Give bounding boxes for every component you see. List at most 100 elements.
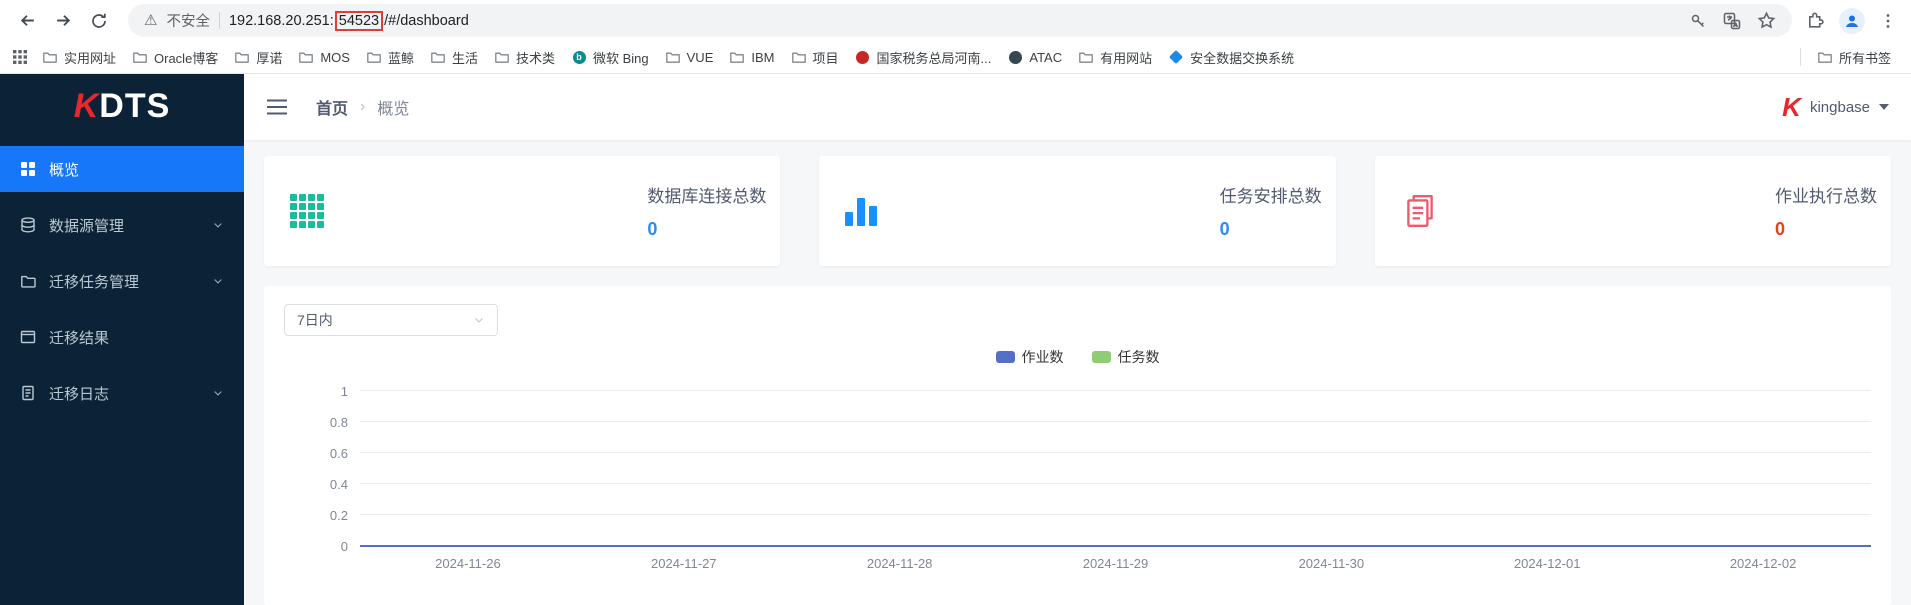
bookmark-item[interactable]: 蓝鲸 — [358, 44, 422, 71]
y-axis-label: 1 — [340, 384, 348, 399]
bookmark-item[interactable]: 国家税务总局河南... — [847, 44, 1000, 71]
refresh-button[interactable] — [82, 4, 116, 38]
folder-favicon — [494, 49, 510, 65]
bookmark-item[interactable]: VUE — [657, 45, 722, 69]
port-highlight-box: 54523 — [334, 10, 384, 31]
stat-card: 作业执行总数 0 — [1374, 156, 1891, 266]
bookmarks-list: 实用网址 Oracle博客 厚诺 MOS 蓝鲸 生活 技术类 b 微软 Bing VUE IBM 项目… — [34, 44, 1302, 71]
card-title: 任务安排总数 — [1219, 187, 1322, 206]
sidebar-item-label: 迁移任务管理 — [49, 273, 140, 291]
extensions-puzzle-icon[interactable] — [1806, 11, 1825, 30]
url-text: 192.168.20.251: 54523/#/dashboard — [229, 10, 469, 31]
sidebar-item-database[interactable]: 数据源管理 — [0, 202, 244, 248]
folder-favicon — [430, 49, 446, 65]
legend-label: 任务数 — [1117, 348, 1160, 365]
sidebar-item-monitor[interactable]: 迁移结果 — [0, 314, 244, 360]
card-value: 0 — [1774, 219, 1785, 239]
breadcrumb-current: 概览 — [377, 101, 410, 118]
security-warning-icon: ⚠ — [144, 12, 158, 29]
user-menu[interactable]: K kingbase — [1782, 94, 1889, 120]
folder-favicon — [665, 49, 681, 65]
chart-legend: 作业数 任务数 — [284, 348, 1871, 365]
breadcrumb: 首页 › 概览 — [316, 95, 409, 119]
sidebar-item-label: 迁移日志 — [49, 385, 110, 403]
all-bookmarks-label: 所有书签 — [1838, 50, 1891, 66]
folder-favicon — [729, 49, 745, 65]
bookmark-item[interactable]: 技术类 — [486, 44, 563, 71]
sidebar-item-folder[interactable]: 迁移任务管理 — [0, 258, 244, 304]
sidebar-item-grid[interactable]: 概览 — [0, 146, 244, 192]
bookmark-label: 安全数据交换系统 — [1190, 50, 1295, 66]
legend-item[interactable]: 作业数 — [995, 347, 1064, 367]
grid-icon — [290, 194, 324, 228]
all-bookmarks-button[interactable]: 所有书签 — [1809, 44, 1899, 71]
bookmark-item[interactable]: 厚诺 — [226, 44, 290, 71]
breadcrumb-home[interactable]: 首页 — [316, 95, 348, 119]
chart-area: 0 0.2 0.4 0.6 0.8 1 2024-11-26 2024-11-27 2024-1… — [330, 384, 1871, 571]
legend-item[interactable]: 任务数 — [1091, 347, 1160, 367]
main-area: 首页 › 概览 K kingbase 数据库连接总数 0 任务安排总数 0 作业执行总数… — [244, 74, 1911, 605]
bing-favicon: b — [571, 49, 587, 65]
forward-button[interactable] — [46, 4, 80, 38]
x-axis-label: 2024-12-02 — [1729, 556, 1797, 571]
bookmark-item[interactable]: 项目 — [783, 44, 847, 71]
password-key-icon[interactable] — [1689, 12, 1707, 30]
bookmark-item[interactable]: MOS — [290, 45, 358, 69]
bookmark-label: 国家税务总局河南... — [876, 50, 992, 66]
username: kingbase — [1809, 98, 1870, 116]
bookmark-label: 厚诺 — [256, 50, 283, 66]
collapse-menu-icon[interactable] — [266, 98, 288, 116]
stat-card: 任务安排总数 0 — [819, 156, 1336, 266]
address-divider — [218, 12, 220, 29]
address-bar[interactable]: ⚠ 不安全 192.168.20.251: 54523/#/dashboard — [128, 4, 1792, 37]
security-label: 不安全 — [166, 14, 210, 30]
monitor-icon — [20, 329, 36, 345]
folder-favicon — [366, 49, 382, 65]
chevron-down-icon — [212, 387, 224, 399]
bookmark-label: VUE — [686, 49, 714, 65]
bookmark-item[interactable]: 有用网站 — [1070, 44, 1160, 71]
bookmark-label: MOS — [320, 49, 350, 65]
sidebar: K DTS 概览 数据源管理 迁移任务管理 迁移结果 迁移日志 — [0, 74, 244, 605]
legend-marker — [995, 350, 1015, 363]
browser-window: ⚠ 不安全 192.168.20.251: 54523/#/dashboard 实… — [0, 0, 1911, 605]
tax-favicon — [855, 49, 871, 65]
y-axis-label: 0.6 — [329, 446, 348, 461]
profile-avatar[interactable] — [1839, 7, 1865, 34]
stat-card: 数据库连接总数 0 — [264, 156, 781, 266]
folder-favicon — [791, 49, 807, 65]
url-path: /#/dashboard — [384, 12, 469, 29]
folder-favicon — [298, 49, 314, 65]
bookmark-label: 微软 Bing — [593, 50, 649, 66]
sidebar-item-label: 概览 — [49, 161, 80, 179]
translate-icon[interactable] — [1723, 12, 1741, 30]
card-value: 0 — [1219, 219, 1230, 239]
back-arrow-icon — [20, 15, 34, 26]
bookmark-item[interactable]: 实用网址 — [34, 44, 124, 71]
menu-dots-icon[interactable] — [1879, 12, 1897, 30]
bookmark-item[interactable]: b 微软 Bing — [563, 44, 657, 71]
sidebar-item-document[interactable]: 迁移日志 — [0, 370, 244, 416]
card-title: 作业执行总数 — [1774, 187, 1877, 206]
kingbase-logo: K — [1782, 92, 1801, 122]
bookmark-item[interactable]: 安全数据交换系统 — [1160, 44, 1302, 71]
bookmark-star-icon[interactable] — [1757, 11, 1776, 30]
folder-icon — [1817, 49, 1833, 65]
logo-k: K — [73, 86, 100, 125]
bookmark-item[interactable]: 生活 — [422, 44, 486, 71]
bookmark-label: 有用网站 — [1100, 50, 1153, 66]
x-axis-label: 2024-11-29 — [1082, 556, 1149, 571]
browser-toolbar: ⚠ 不安全 192.168.20.251: 54523/#/dashboard — [0, 0, 1911, 41]
kdts-app: K DTS 概览 数据源管理 迁移任务管理 迁移结果 迁移日志 首页 › 概览 K kin… — [0, 74, 1911, 605]
legend-label: 作业数 — [1021, 348, 1064, 365]
bookmark-item[interactable]: ATAC — [999, 45, 1070, 69]
bookmark-item[interactable]: Oracle博客 — [124, 44, 226, 71]
dashboard-content: 数据库连接总数 0 任务安排总数 0 作业执行总数 0 7日内 作业数 任务数 0 0.2 0.… — [244, 140, 1911, 605]
apps-grid-icon[interactable] — [12, 49, 28, 65]
shield-favicon — [1168, 49, 1184, 65]
sidebar-menu: 概览数据源管理迁移任务管理迁移结果迁移日志 — [0, 138, 244, 426]
bookmark-item[interactable]: IBM — [721, 45, 782, 69]
x-axis-label: 2024-11-26 — [435, 556, 501, 571]
back-button[interactable] — [10, 4, 44, 38]
date-range-select[interactable]: 7日内 — [284, 304, 498, 336]
